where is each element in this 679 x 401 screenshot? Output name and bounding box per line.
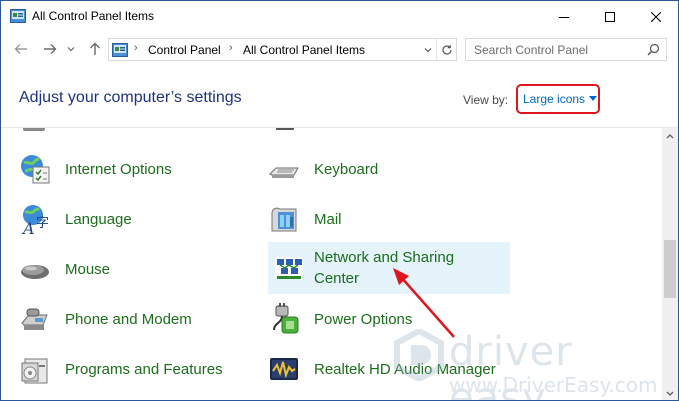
breadcrumb-separator-icon: › xyxy=(229,42,233,54)
internet-options-icon xyxy=(21,155,50,184)
search-icon[interactable] xyxy=(647,43,660,56)
keyboard-icon xyxy=(269,167,299,178)
breadcrumb-all-items[interactable]: All Control Panel Items xyxy=(243,43,365,57)
language-icon: A 字 xyxy=(21,205,49,235)
item-label[interactable]: Programs and Features xyxy=(65,359,223,380)
navigation-bar: › Control Panel › All Control Panel Item… xyxy=(1,32,678,67)
close-icon xyxy=(651,11,661,22)
title-bar: All Control Panel Items xyxy=(1,1,678,32)
item-mouse[interactable]: Mouse xyxy=(19,246,249,292)
control-panel-window: All Control Panel Items › Control Panel … xyxy=(0,0,679,401)
view-by-value[interactable]: Large icons xyxy=(523,92,585,106)
item-label[interactable]: Mail xyxy=(314,209,342,230)
close-button[interactable] xyxy=(633,1,678,32)
watermark: driver easy www.DriverEasy.com xyxy=(393,323,678,400)
minimize-button[interactable] xyxy=(541,1,587,32)
control-panel-icon xyxy=(112,43,128,57)
maximize-icon xyxy=(605,11,615,22)
item-label[interactable]: Language xyxy=(65,209,132,230)
partial-item-icon xyxy=(276,128,294,130)
item-label[interactable]: Phone and Modem xyxy=(65,309,192,330)
back-arrow-icon xyxy=(14,44,27,54)
forward-arrow-icon xyxy=(44,44,57,54)
breadcrumb-separator-icon: › xyxy=(134,42,138,54)
item-label-line2[interactable]: Center xyxy=(314,270,359,287)
search-box[interactable]: Search Control Panel xyxy=(465,38,667,61)
item-label[interactable]: Internet Options xyxy=(65,159,172,180)
item-internet-options[interactable]: Internet Options xyxy=(19,146,249,192)
dropdown-arrow-icon xyxy=(589,96,597,101)
control-panel-icon xyxy=(10,9,26,23)
item-programs-and-features[interactable]: Programs and Features xyxy=(19,346,249,392)
item-keyboard[interactable]: Keyboard xyxy=(268,146,508,192)
network-icon xyxy=(275,257,303,279)
programs-features-icon xyxy=(21,358,48,384)
maximize-button[interactable] xyxy=(587,1,633,32)
chevron-down-icon xyxy=(67,47,75,52)
minimize-icon xyxy=(559,16,569,18)
item-mail[interactable]: Mail xyxy=(268,196,508,242)
chevron-down-icon xyxy=(424,47,432,52)
scroll-up-button[interactable] xyxy=(662,128,678,145)
item-label[interactable]: Mouse xyxy=(65,259,110,280)
power-options-icon xyxy=(273,303,299,334)
item-language[interactable]: A 字 Language xyxy=(19,196,249,242)
back-button[interactable] xyxy=(11,40,31,58)
up-arrow-icon xyxy=(90,42,100,55)
realtek-audio-icon xyxy=(270,358,298,380)
item-label[interactable]: Keyboard xyxy=(314,159,378,180)
forward-button[interactable] xyxy=(40,40,60,58)
svg-text:A: A xyxy=(21,219,35,235)
item-phone-and-modem[interactable]: Phone and Modem xyxy=(19,296,249,342)
mouse-icon xyxy=(21,265,49,279)
page-heading: Adjust your computer’s settings xyxy=(19,89,242,106)
refresh-icon xyxy=(442,44,452,55)
scrollbar-thumb[interactable] xyxy=(664,240,676,298)
item-network-and-sharing-center[interactable]: Network and Sharing Center xyxy=(268,242,510,294)
search-input[interactable]: Search Control Panel xyxy=(474,43,588,57)
svg-text:字: 字 xyxy=(36,216,49,231)
watermark-url: www.DriverEasy.com xyxy=(449,373,658,397)
item-label[interactable]: Network and Sharing Center xyxy=(314,247,454,289)
refresh-button[interactable] xyxy=(436,39,457,60)
up-button[interactable] xyxy=(85,40,105,58)
address-history-button[interactable] xyxy=(420,39,436,60)
address-bar[interactable]: › Control Panel › All Control Panel Item… xyxy=(108,38,457,61)
phone-modem-icon xyxy=(21,308,48,330)
window-title: All Control Panel Items xyxy=(32,9,155,23)
item-label-line1[interactable]: Network and Sharing xyxy=(314,249,454,266)
view-by-label: View by: xyxy=(463,93,509,107)
view-by-dropdown[interactable]: Large icons xyxy=(516,84,600,114)
mail-icon xyxy=(271,207,297,232)
recent-locations-button[interactable] xyxy=(64,40,78,58)
partial-item-icon xyxy=(23,128,45,131)
scroll-up-icon xyxy=(666,134,674,139)
breadcrumb-control-panel[interactable]: Control Panel xyxy=(148,43,221,57)
driver-easy-logo-icon xyxy=(394,329,444,381)
